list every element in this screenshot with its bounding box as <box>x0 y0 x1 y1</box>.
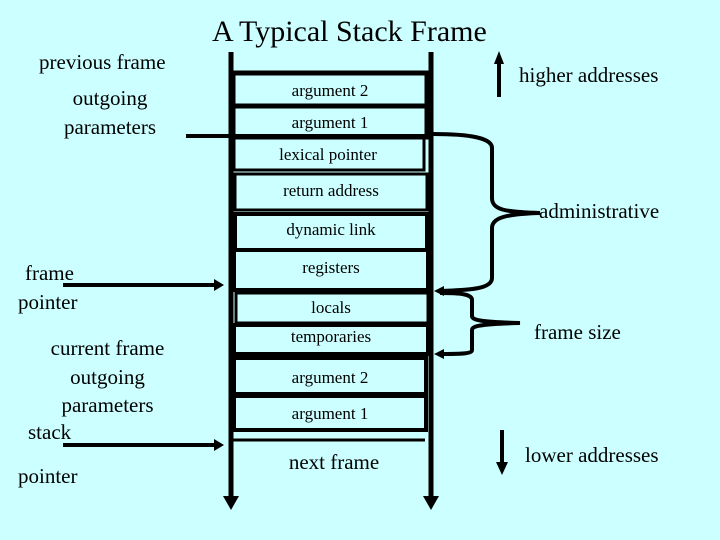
left-rail-arrowhead <box>223 496 239 510</box>
label-parameters: parameters <box>63 115 157 139</box>
label-stack-pointer: pointer <box>18 464 78 488</box>
right-rail-arrowhead <box>423 496 439 510</box>
label-current-outgoing: outgoing <box>70 365 145 389</box>
lower-addresses-arrowhead <box>496 462 508 475</box>
stack-pointer-arrowhead <box>214 439 224 451</box>
higher-addresses-arrowhead <box>494 51 504 64</box>
label-current-frame: current frame <box>50 336 165 360</box>
label-lower-addresses: lower addresses <box>525 443 659 467</box>
label-previous-frame: previous frame <box>39 50 166 74</box>
label-current-parameters: parameters <box>61 393 154 417</box>
slot-locals: locals <box>311 298 351 317</box>
label-frame-size: frame size <box>534 320 621 344</box>
slot-argument-1-cur: argument 1 <box>291 404 369 423</box>
frame-size-brace <box>439 291 521 356</box>
slot-temporaries: temporaries <box>290 327 372 346</box>
label-frame-pointer: pointer <box>18 290 78 314</box>
frame-pointer-arrowhead <box>214 279 224 291</box>
slot-dynamic-link: dynamic link <box>286 220 376 239</box>
slot-argument-2-prev: argument 2 <box>291 81 369 100</box>
label-frame: frame <box>25 261 74 285</box>
label-stack: stack <box>28 420 72 444</box>
slot-registers: registers <box>302 258 360 277</box>
label-higher-addresses: higher addresses <box>519 63 659 87</box>
frame-size-brace-arrowhead <box>434 349 444 359</box>
slot-argument-2-cur: argument 2 <box>291 368 369 387</box>
slot-return-address: return address <box>283 181 379 200</box>
administrative-brace <box>432 132 541 293</box>
slot-argument-1-prev: argument 1 <box>291 113 369 132</box>
label-administrative: administrative <box>539 199 660 223</box>
diagram-title: A Typical Stack Frame <box>212 15 487 48</box>
label-outgoing: outgoing <box>72 86 148 110</box>
slot-lexical-pointer: lexical pointer <box>279 145 377 164</box>
label-next-frame: next frame <box>288 450 380 474</box>
